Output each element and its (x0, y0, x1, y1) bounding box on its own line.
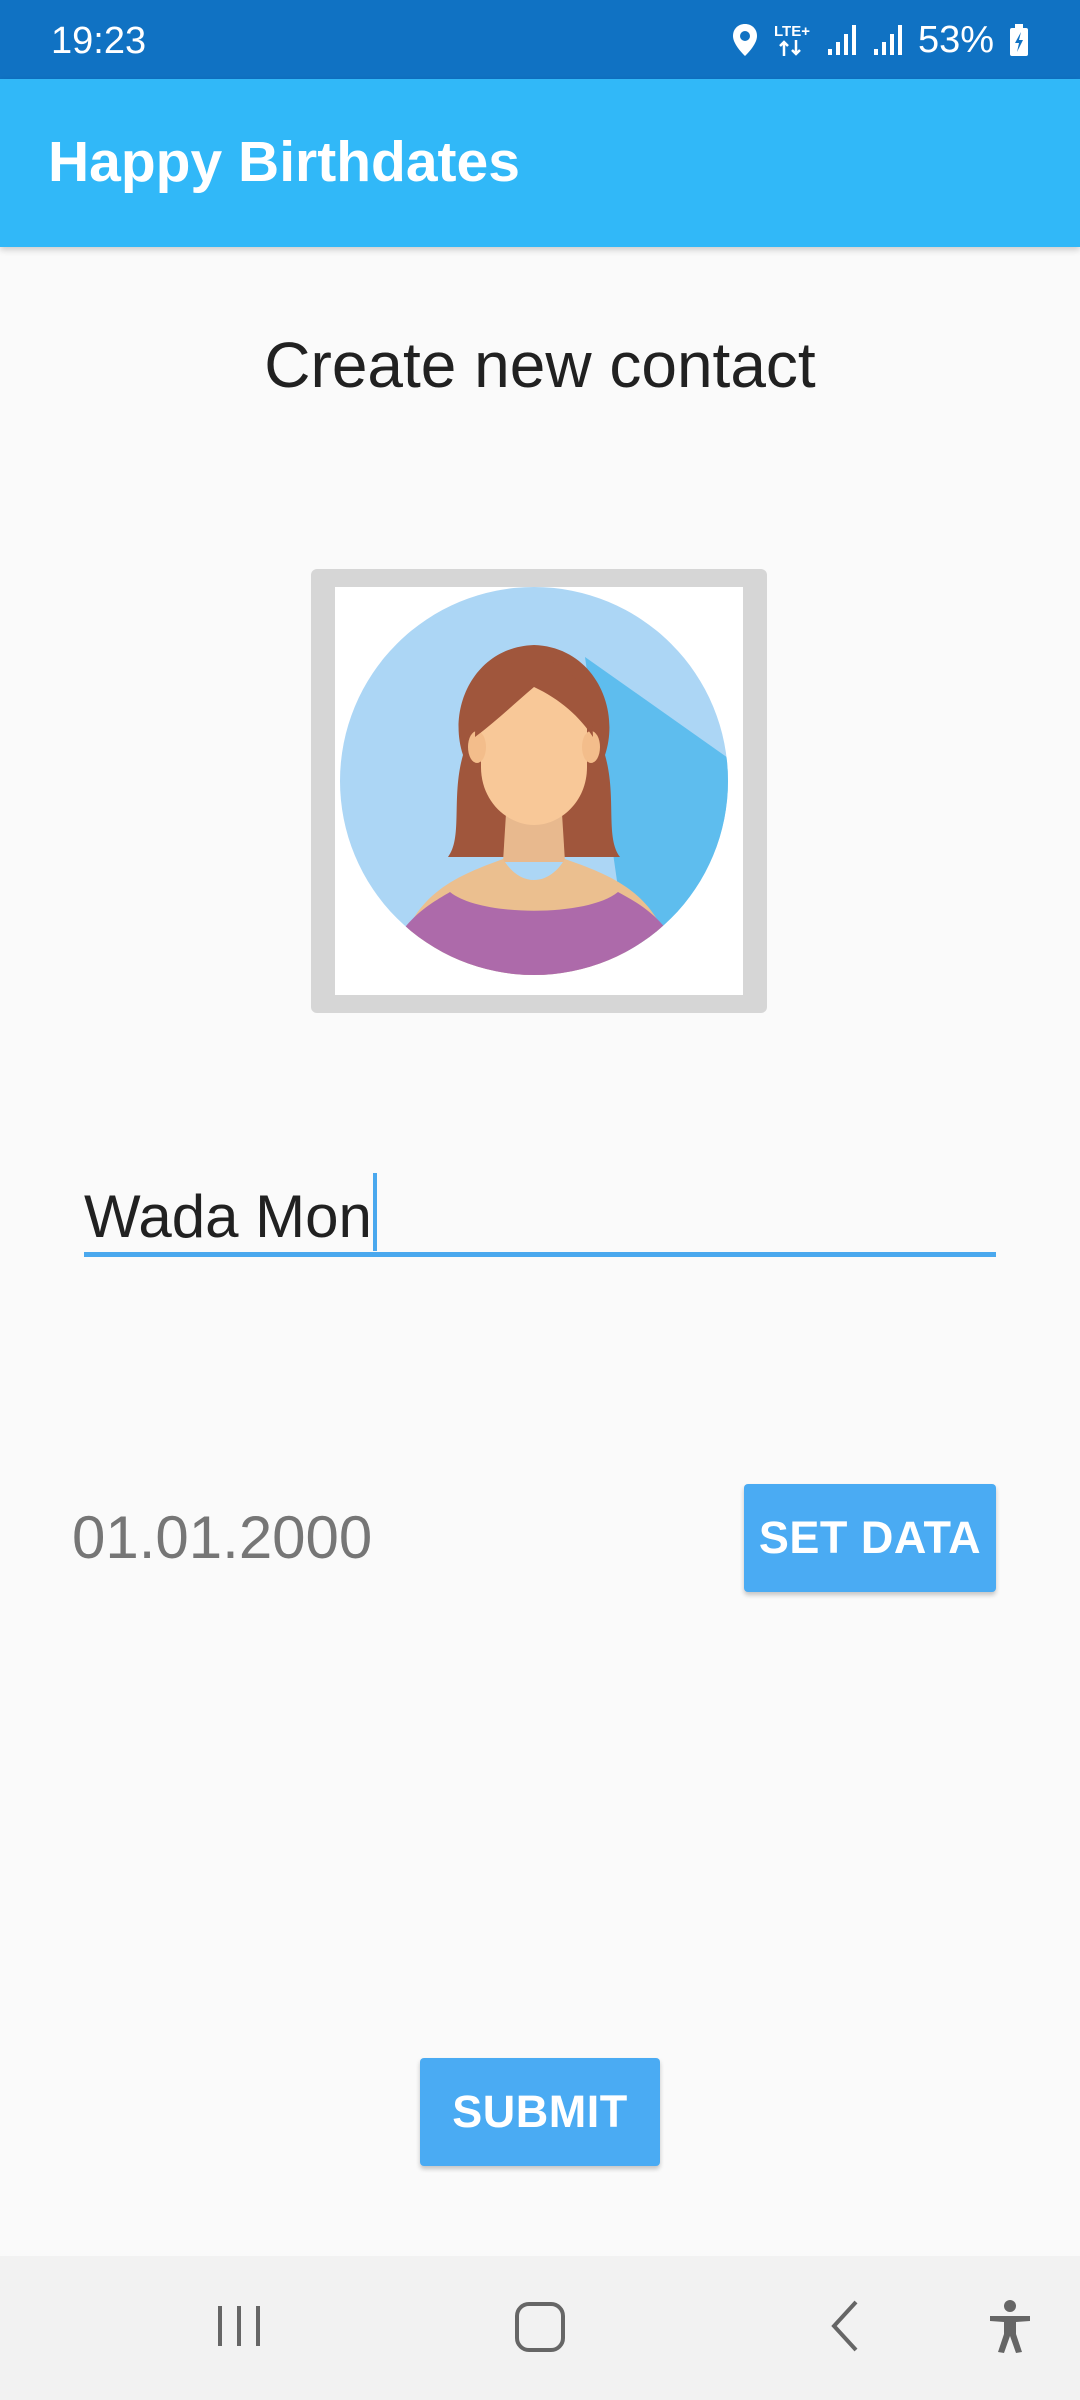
name-input[interactable]: Wada Mon (84, 1160, 996, 1257)
submit-button[interactable]: SUBMIT (420, 2058, 660, 2166)
network-type-label: LTE+ (774, 23, 810, 40)
signal-icon (872, 23, 904, 57)
name-input-value: Wada Mon (84, 1173, 377, 1251)
lte-data-icon: LTE+ (772, 20, 812, 60)
avatar-picker[interactable] (311, 569, 767, 1013)
text-cursor (372, 1173, 377, 1251)
home-icon[interactable] (513, 2296, 569, 2356)
avatar-image-container (335, 587, 743, 995)
system-nav-bar (0, 2256, 1080, 2400)
status-bar: 19:23 LTE+ 53% (0, 0, 1080, 79)
location-icon (732, 23, 758, 57)
female-avatar-icon (340, 587, 728, 975)
recent-apps-icon[interactable] (214, 2296, 264, 2356)
accessibility-icon[interactable] (986, 2296, 1034, 2356)
signal-icon (826, 23, 858, 57)
status-icons: LTE+ 53% (732, 20, 1030, 60)
battery-charging-icon (1008, 23, 1030, 57)
app-bar: Happy Birthdates (0, 79, 1080, 247)
back-icon[interactable] (826, 2296, 866, 2356)
set-date-button[interactable]: SET DATA (744, 1484, 996, 1592)
app-title: Happy Birthdates (48, 130, 520, 194)
status-time: 19:23 (51, 20, 147, 62)
battery-percent: 53% (917, 19, 994, 61)
birthdate-value: 01.01.2000 (72, 1504, 373, 1571)
page-title: Create new contact (264, 329, 816, 401)
